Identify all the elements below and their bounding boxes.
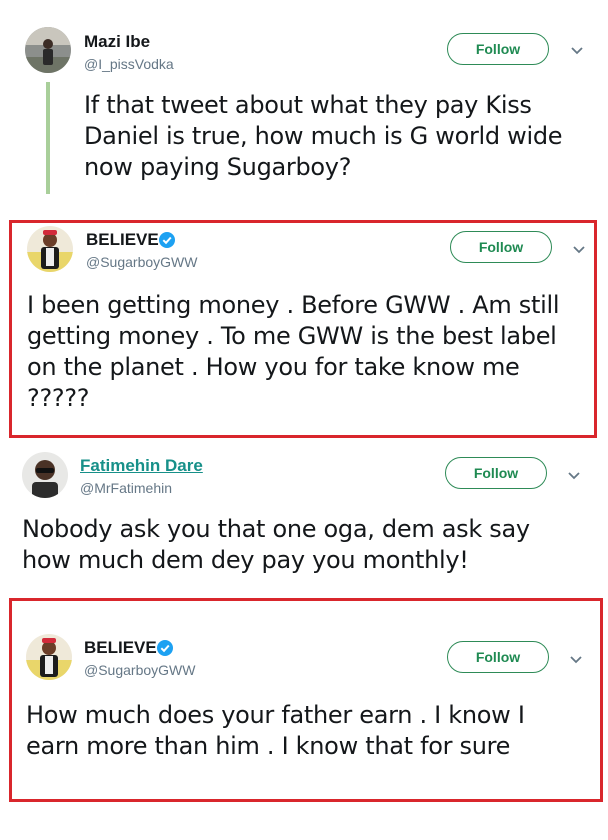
avatar[interactable]	[22, 452, 68, 498]
tweet-text-line: earn more than him . I know that for sur…	[26, 732, 511, 760]
tweet-1: Mazi Ibe @I_pissVodka Follow If that twe…	[0, 0, 608, 200]
follow-button[interactable]: Follow	[447, 33, 549, 65]
verified-badge-icon	[159, 232, 175, 248]
chevron-down-icon[interactable]	[569, 655, 583, 665]
author-name[interactable]: Mazi Ibe	[84, 32, 150, 52]
chevron-down-icon[interactable]	[567, 471, 581, 481]
tweet-text-line: If that tweet about what they pay Kiss	[84, 91, 532, 119]
tweet-4: BELIEVE @SugarboyGWW Follow How much doe…	[0, 598, 608, 802]
tweet-text-line: on the planet . How you for take know me	[27, 353, 520, 381]
tweet-text-line: How much does your father earn . I know …	[26, 701, 525, 729]
follow-button[interactable]: Follow	[447, 641, 549, 673]
tweet-text-line: how much dem dey pay you monthly!	[22, 546, 469, 574]
follow-button[interactable]: Follow	[445, 457, 547, 489]
tweet-text-line: Nobody ask you that one oga, dem ask say	[22, 515, 530, 543]
tweet-text: If that tweet about what they pay Kiss D…	[84, 90, 563, 183]
tweet-3: Fatimehin Dare @MrFatimehin Follow Nobod…	[0, 440, 608, 590]
tweet-text-line: Daniel is true, how much is G world wide	[84, 122, 563, 150]
tweet-text: Nobody ask you that one oga, dem ask say…	[22, 514, 530, 576]
author-name[interactable]: Fatimehin Dare	[80, 456, 203, 476]
chevron-down-icon[interactable]	[572, 245, 586, 255]
verified-badge-icon	[157, 640, 173, 656]
avatar[interactable]	[27, 226, 73, 272]
tweet-text-line: I been getting money . Before GWW . Am s…	[27, 291, 560, 319]
thread-line	[46, 82, 50, 194]
tweet-text: How much does your father earn . I know …	[26, 700, 525, 762]
tweet-text-line: getting money . To me GWW is the best la…	[27, 322, 557, 350]
avatar[interactable]	[25, 27, 71, 73]
author-handle[interactable]: @I_pissVodka	[84, 56, 174, 72]
tweet-text-line: now paying Sugarboy?	[84, 153, 352, 181]
tweet-text-line: ?????	[27, 384, 90, 412]
author-name[interactable]: BELIEVE	[84, 638, 157, 658]
follow-button[interactable]: Follow	[450, 231, 552, 263]
author-handle[interactable]: @SugarboyGWW	[84, 662, 195, 678]
author-name[interactable]: BELIEVE	[86, 230, 159, 250]
avatar[interactable]	[26, 634, 72, 680]
tweet-2: BELIEVE @SugarboyGWW Follow I been getti…	[0, 220, 608, 438]
author-handle[interactable]: @MrFatimehin	[80, 480, 172, 496]
tweet-text: I been getting money . Before GWW . Am s…	[27, 290, 560, 414]
author-handle[interactable]: @SugarboyGWW	[86, 254, 197, 270]
chevron-down-icon[interactable]	[570, 46, 584, 56]
